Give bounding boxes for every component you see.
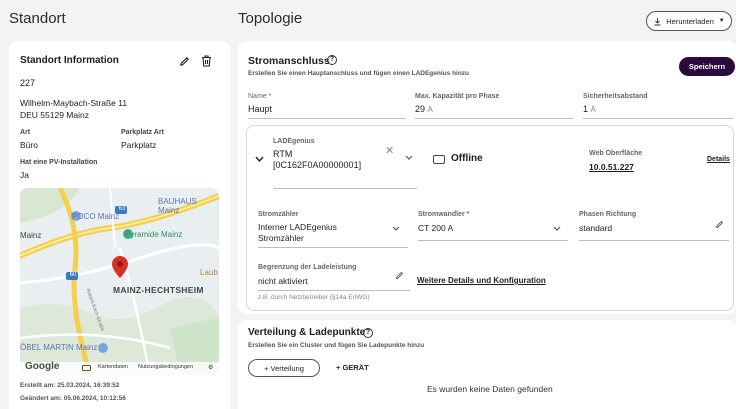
- save-button[interactable]: Speichern: [679, 57, 735, 76]
- web-ui-label: Web Oberfläche: [589, 150, 643, 157]
- standort-card: Standort Information 227 Wilhelm-Maybach…: [9, 41, 230, 409]
- max-capacity-label: Max. Kapazität pro Phase: [415, 93, 500, 100]
- map-terms-link[interactable]: Nutzungsbedingungen: [138, 364, 193, 370]
- map-label-road-b: 63: [118, 206, 126, 212]
- safety-margin-unit: A: [590, 105, 596, 114]
- empty-state-text: Es wurden keine Daten gefunden: [427, 384, 553, 394]
- add-device-button[interactable]: + GERÄT: [336, 363, 369, 372]
- phase-direction-value[interactable]: standard: [579, 223, 612, 233]
- map-label-laub: Laub: [200, 268, 218, 277]
- edit-icon[interactable]: [177, 54, 191, 68]
- map-label-hechtsheim: MAINZ-HECHTSHEIM: [113, 285, 204, 295]
- limit-underline: [258, 290, 410, 291]
- google-logo: Google: [25, 361, 60, 372]
- site-id: 227: [20, 78, 36, 88]
- ladegenius-line2[interactable]: [0C162F0A00000001]: [273, 160, 361, 170]
- address-city: DEU 55129 Mainz: [20, 110, 89, 120]
- map-label-road-a60: 60: [69, 272, 77, 278]
- art-label: Art: [20, 129, 31, 136]
- download-label: Herunterladen: [666, 16, 714, 26]
- map-label-obel: ÖBEL MARTIN Mainz: [20, 343, 98, 352]
- anschluss-title: Stromanschluss: [248, 55, 330, 67]
- safety-margin-underline: [583, 118, 733, 119]
- limit-value[interactable]: nicht aktiviert: [258, 276, 308, 286]
- card-title: Standort Information: [20, 55, 119, 66]
- meter-label: Stromzähler: [258, 211, 299, 218]
- ladegenius-line1[interactable]: RTM: [273, 149, 292, 159]
- dropdown-chevron-icon[interactable]: [405, 147, 413, 165]
- name-underline: [248, 118, 406, 119]
- save-label: Speichern: [688, 62, 726, 71]
- map-data-link[interactable]: Kartendaten: [98, 364, 128, 370]
- limit-edit-icon[interactable]: [395, 267, 404, 285]
- limit-label: Begrenzung der Ladeleistung: [258, 264, 357, 271]
- map-label-bauhaus: BAUHAUS Mainz: [158, 197, 197, 215]
- meter-value-line1[interactable]: Interner LADEgenius: [258, 222, 337, 232]
- status-text: Offline: [451, 153, 483, 164]
- verteilung-help-icon[interactable]: ?: [363, 328, 373, 338]
- details-link[interactable]: Details: [707, 156, 730, 163]
- pv-label: Hat eine PV-Installation: [20, 159, 98, 166]
- pv-value: Ja: [20, 170, 29, 180]
- max-capacity-unit: A: [427, 105, 433, 114]
- transformer-chevron-icon[interactable]: [553, 218, 561, 236]
- location-map[interactable]: BAUHAUS Mainz POCO Mainz Mainz Pyramide …: [20, 188, 219, 375]
- name-label: Name *: [248, 93, 272, 100]
- map-marker-icon[interactable]: [112, 256, 128, 278]
- name-field[interactable]: Haupt: [248, 104, 272, 114]
- clear-icon[interactable]: ✕: [385, 144, 394, 157]
- limit-hint: z.B. durch Netzbetreiber (§14a EnWG): [258, 294, 370, 301]
- more-details-link[interactable]: Weitere Details und Konfiguration: [417, 276, 546, 285]
- delete-icon[interactable]: [199, 54, 213, 68]
- map-label-poco: POCO Mainz: [72, 212, 120, 221]
- phase-underline: [579, 240, 729, 241]
- collapse-chevron-icon[interactable]: [255, 154, 264, 164]
- map-label-pyramide: Pyramide Mainz: [125, 230, 183, 239]
- web-ui-link[interactable]: 10.0.51.227: [589, 162, 634, 172]
- max-capacity-value: 29: [415, 104, 426, 114]
- topologie-heading: Topologie: [238, 10, 303, 27]
- ladegenius-underline: [273, 188, 417, 189]
- stromanschluss-card: Stromanschluss ? Erstellen Sie einen Hau…: [238, 41, 736, 314]
- verteilung-card: Verteilung & Ladepunkte ? Erstellen Sie …: [238, 320, 736, 409]
- verteilung-title: Verteilung & Ladepunkte: [248, 327, 366, 338]
- verteilung-subtitle: Erstellen Sie ein Cluster und fügen Sie …: [248, 342, 425, 349]
- art-value: Büro: [20, 140, 38, 150]
- keyboard-icon[interactable]: [82, 365, 91, 371]
- max-capacity-underline: [415, 118, 573, 119]
- map-settings-icon[interactable]: ⚙: [208, 364, 213, 371]
- meter-chevron-icon[interactable]: [392, 218, 400, 236]
- changed-date: Geändert am: 05.06.2024, 10:12:56: [20, 395, 126, 402]
- transformer-value[interactable]: CT 200 A: [418, 223, 453, 233]
- ladegenius-card: LADEgenius RTM [0C162F0A00000001] ✕ Offl…: [246, 125, 734, 311]
- transformer-label: Stromwandler *: [418, 211, 470, 218]
- ladegenius-label: LADEgenius: [273, 138, 315, 145]
- created-date: Erstellt am: 25.03.2024, 16:39:52: [20, 382, 120, 389]
- download-button[interactable]: Herunterladen ▼: [646, 11, 732, 31]
- address-street: Wilhelm-Maybach-Straße 11: [20, 98, 128, 108]
- add-device-label: + GERÄT: [336, 363, 369, 372]
- safety-margin-value: 1: [583, 104, 589, 114]
- standort-heading: Standort: [9, 10, 66, 27]
- download-icon: [654, 17, 661, 25]
- chevron-down-icon: ▼: [718, 18, 725, 24]
- add-verteilung-label: + Verteilung: [264, 363, 304, 373]
- anschluss-subtitle: Erstellen Sie einen Hauptanschluss und f…: [248, 70, 470, 77]
- safety-margin-field[interactable]: 1 A: [583, 104, 596, 114]
- map-label-mainz: Mainz: [20, 231, 42, 240]
- safety-margin-label: Sicherheitsabstand: [583, 93, 648, 100]
- status-device-icon: [433, 155, 445, 164]
- meter-value-line2[interactable]: Stromzähler: [258, 233, 304, 243]
- help-icon[interactable]: ?: [327, 55, 337, 65]
- phase-direction-label: Phasen Richtung: [579, 211, 637, 218]
- parking-label: Parkplatz Art: [121, 129, 164, 136]
- transformer-underline: [418, 240, 568, 241]
- meter-underline: [258, 247, 408, 248]
- max-capacity-field[interactable]: 29 A: [415, 104, 433, 114]
- phase-edit-icon[interactable]: [715, 216, 724, 234]
- parking-value: Parkplatz: [121, 140, 157, 150]
- add-verteilung-button[interactable]: + Verteilung: [248, 359, 320, 377]
